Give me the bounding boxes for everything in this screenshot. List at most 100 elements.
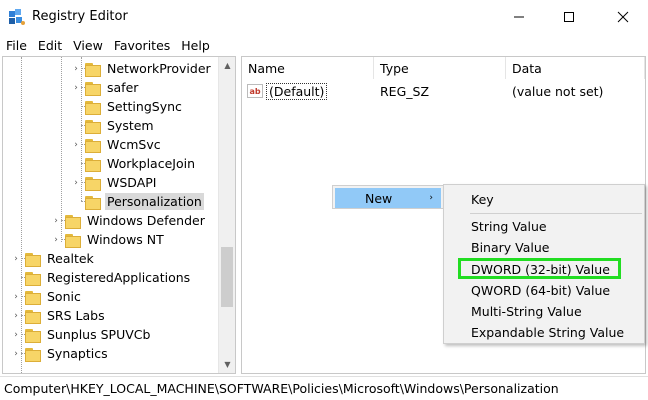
menu-bar: File Edit View Favorites Help: [0, 34, 648, 56]
menu-help[interactable]: Help: [181, 38, 210, 53]
folder-icon: [85, 195, 101, 210]
close-button[interactable]: [600, 0, 646, 34]
folder-icon: [25, 347, 41, 362]
tree-item-wsdapi[interactable]: › WSDAPI: [71, 173, 235, 192]
column-header-data[interactable]: Data: [506, 57, 645, 79]
submenu-multi-string-value[interactable]: Multi-String Value: [471, 301, 582, 321]
tree-item-label: Windows NT: [87, 232, 164, 247]
submenu-key[interactable]: Key: [471, 189, 494, 209]
scroll-down-icon[interactable]: ▼: [219, 356, 235, 373]
submenu-arrow-icon: ›: [429, 193, 433, 203]
expand-icon[interactable]: ›: [11, 287, 21, 306]
submenu-separator: [470, 213, 642, 214]
tree-item-synaptics[interactable]: › Synaptics: [11, 344, 225, 363]
expand-icon: [71, 154, 81, 173]
tree-item-safer[interactable]: › safer: [71, 78, 235, 97]
expand-icon[interactable]: ›: [11, 344, 21, 363]
tree-scrollbar[interactable]: ▲ ▼: [218, 57, 235, 373]
tree-item-label: Windows Defender: [87, 213, 205, 228]
folder-icon: [85, 176, 101, 191]
expand-icon[interactable]: ›: [11, 325, 21, 344]
tree-item-label: SettingSync: [107, 99, 182, 114]
menu-favorites[interactable]: Favorites: [114, 38, 170, 53]
tree-item-label: WSDAPI: [107, 175, 157, 190]
value-name: (Default): [266, 82, 328, 100]
tree-item-label: Synaptics: [47, 346, 108, 361]
menu-edit[interactable]: Edit: [38, 38, 62, 53]
tree-item-label: Realtek: [47, 251, 94, 266]
tree-item-label: Personalization: [105, 193, 204, 210]
tree-item-sonic[interactable]: › Sonic: [11, 287, 225, 306]
registry-tree[interactable]: › NetworkProvider › safer SettingSync Sy…: [2, 56, 236, 374]
menu-view[interactable]: View: [73, 38, 103, 53]
tree-item-wcmsvc[interactable]: › WcmSvc: [71, 135, 235, 154]
column-header-name[interactable]: Name: [242, 57, 374, 79]
folder-icon: [85, 138, 101, 153]
maximize-button[interactable]: [546, 0, 592, 34]
expand-icon: [71, 116, 81, 135]
registry-editor-icon: [8, 8, 26, 26]
folder-icon: [65, 214, 81, 229]
minimize-button[interactable]: [496, 0, 542, 34]
string-value-icon: ab: [247, 84, 263, 98]
tree-item-system[interactable]: System: [71, 116, 235, 135]
tree-item-workplacejoin[interactable]: WorkplaceJoin: [71, 154, 235, 173]
value-name-cell: ab (Default): [247, 81, 328, 101]
submenu-binary-value[interactable]: Binary Value: [471, 237, 549, 257]
scroll-up-icon[interactable]: ▲: [219, 57, 235, 74]
tree-item-realtek[interactable]: › Realtek: [11, 249, 225, 268]
folder-icon: [85, 157, 101, 172]
expand-icon[interactable]: ›: [51, 211, 61, 230]
tree-item-windows-defender[interactable]: › Windows Defender: [51, 211, 235, 230]
expand-icon[interactable]: ›: [71, 135, 81, 154]
folder-icon: [65, 233, 81, 248]
submenu-expandable-string-value[interactable]: Expandable String Value: [471, 322, 624, 342]
tree-item-windows-nt[interactable]: › Windows NT: [51, 230, 235, 249]
tree-item-label: System: [107, 118, 154, 133]
expand-icon[interactable]: ›: [51, 230, 61, 249]
tree-item-srs-labs[interactable]: › SRS Labs: [11, 306, 225, 325]
folder-icon: [25, 328, 41, 343]
column-header-type[interactable]: Type: [374, 57, 506, 79]
tree-item-label: NetworkProvider: [107, 61, 211, 76]
context-menu-new-label: New: [365, 190, 393, 206]
window-title: Registry Editor: [32, 9, 128, 24]
tree-item-sunplus-spuvcb[interactable]: › Sunplus SPUVCb: [11, 325, 225, 344]
status-bar: Computer\HKEY_LOCAL_MACHINE\SOFTWARE\Pol…: [0, 376, 648, 400]
context-menu-new[interactable]: New ›: [335, 188, 441, 208]
expand-icon[interactable]: ›: [11, 249, 21, 268]
expand-icon: [71, 97, 81, 116]
tree-item-label: Sunplus SPUVCb: [47, 327, 151, 342]
value-type: REG_SZ: [380, 83, 430, 99]
scroll-thumb[interactable]: [221, 247, 233, 307]
tree-item-label: safer: [107, 80, 139, 95]
value-data: (value not set): [512, 83, 604, 99]
title-bar: Registry Editor: [0, 0, 648, 34]
folder-icon: [85, 119, 101, 134]
value-row-default[interactable]: ab (Default) REG_SZ (value not set): [242, 81, 645, 101]
tree-item-label: WcmSvc: [107, 137, 161, 152]
expand-icon: [11, 268, 21, 287]
submenu-string-value[interactable]: String Value: [471, 216, 547, 236]
minimize-icon: [514, 16, 524, 18]
tree-item-settingsync[interactable]: SettingSync: [71, 97, 235, 116]
tree-item-label: WorkplaceJoin: [107, 156, 196, 171]
close-icon: [617, 11, 629, 23]
folder-icon: [85, 81, 101, 96]
maximize-icon: [564, 12, 574, 22]
folder-icon: [85, 62, 101, 77]
expand-icon[interactable]: ›: [71, 78, 81, 97]
folder-icon: [25, 271, 41, 286]
submenu-qword-value[interactable]: QWORD (64-bit) Value: [471, 280, 610, 300]
tree-item-networkprovider[interactable]: › NetworkProvider: [71, 59, 235, 78]
tree-item-registeredapplications[interactable]: RegisteredApplications: [11, 268, 225, 287]
tree-item-label: RegisteredApplications: [47, 270, 191, 285]
tree-item-label: SRS Labs: [47, 308, 105, 323]
expand-icon[interactable]: ›: [11, 306, 21, 325]
expand-icon[interactable]: ›: [71, 59, 81, 78]
tree-item-label: Sonic: [47, 289, 81, 304]
expand-icon: [71, 192, 81, 211]
expand-icon[interactable]: ›: [71, 173, 81, 192]
tree-item-personalization[interactable]: Personalization: [71, 192, 235, 211]
menu-file[interactable]: File: [6, 38, 27, 53]
